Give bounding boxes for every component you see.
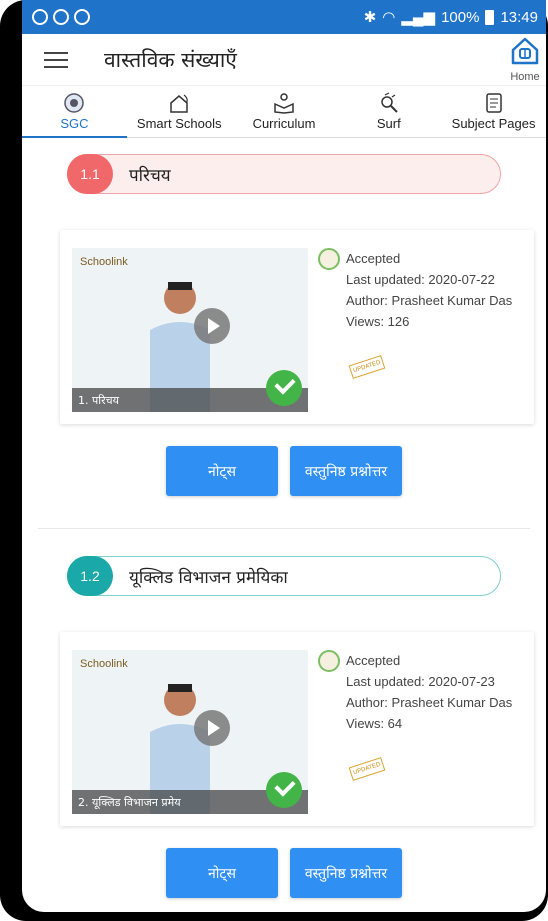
status-text: Accepted [346,251,401,266]
signal-icon: ▂▄▆ [401,9,436,26]
video-thumbnail[interactable]: Schoolink 1. परिचय [72,248,308,412]
section-header-1-2[interactable]: 1.2 यूक्लिड विभाजन प्रमेयिका [67,556,501,596]
tab-label: Subject Pages [451,116,536,131]
subject-pages-icon [485,93,502,113]
video-card-2: Schoolink 2. यूक्लिड विभाजन प्रमेय Accep… [60,632,534,826]
objective-qa-button[interactable]: वस्तुनिष्ठ प्रश्नोत्तर [290,848,402,898]
page-title: वास्तविक संख्याएँ [104,47,237,72]
status-icons-right: ✱ ◠ ▂▄▆ 100% 13:49 [363,8,538,27]
status-bar: ✱ ◠ ▂▄▆ 100% 13:49 [22,0,546,34]
section-divider [38,528,530,529]
home-label: Home [510,71,540,83]
video-meta: Accepted Last updated: 2020-07-22 Author… [346,248,512,332]
smart-school-icon [170,94,188,113]
section-header-1-1[interactable]: 1.1 परिचय [67,154,501,194]
bluetooth-icon: ✱ [363,9,377,26]
tab-surf[interactable]: Surf [336,86,441,137]
notification-icon [74,9,90,25]
sgc-logo-icon [64,93,85,113]
battery-percent: 100% [441,8,480,26]
notification-icon [53,9,69,25]
device-frame: ✱ ◠ ▂▄▆ 100% 13:49 वास्तविक संख्याएँ Hom… [0,0,548,921]
author: Author: Prasheet Kumar Das [346,695,513,710]
tab-curriculum[interactable]: Curriculum [232,86,337,137]
status-time: 13:49 [500,8,538,26]
objective-qa-button[interactable]: वस्तुनिष्ठ प्रश्नोत्तर [290,446,402,496]
wifi-icon: ◠ [382,9,396,26]
section-title: परिचय [129,165,171,186]
app-bar: वास्तविक संख्याएँ Home [22,34,546,86]
tab-bar: SGC Smart Schools Curriculum Surf Subjec… [22,86,546,138]
status-text: Accepted [346,653,401,668]
play-icon[interactable] [194,308,230,344]
check-icon [266,772,302,808]
notes-button[interactable]: नोट्स [166,446,278,496]
tab-subject-pages[interactable]: Subject Pages [441,86,546,137]
last-updated: Last updated: 2020-07-23 [346,674,495,689]
tab-label: Smart Schools [136,116,222,131]
video-thumbnail[interactable]: Schoolink 2. यूक्लिड विभाजन प्रमेय [72,650,308,814]
schoolink-logo: Schoolink [80,658,128,670]
play-icon[interactable] [194,710,230,746]
home-button[interactable]: Home [510,36,540,83]
tab-label: SGC [60,116,89,131]
notes-button[interactable]: नोट्स [166,848,278,898]
section-number: 1.2 [67,556,113,596]
video-meta: Accepted Last updated: 2020-07-23 Author… [346,650,512,734]
menu-icon[interactable] [44,47,68,73]
battery-icon [485,9,495,25]
tab-sgc[interactable]: SGC [22,86,127,138]
last-updated: Last updated: 2020-07-22 [346,272,495,287]
tab-smart-schools[interactable]: Smart Schools [127,86,232,137]
tab-label: Surf [376,116,401,131]
updated-stamp: UPDATED [348,757,386,781]
tab-label: Curriculum [252,116,316,131]
home-icon [511,37,539,65]
curriculum-icon [274,93,294,114]
check-icon [266,370,302,406]
section-title: यूक्लिड विभाजन प्रमेयिका [129,567,288,588]
section-number: 1.1 [67,154,113,194]
author: Author: Prasheet Kumar Das [346,293,513,308]
schoolink-logo: Schoolink [80,256,128,268]
whatsapp-icon [32,9,48,25]
app-screen: ✱ ◠ ▂▄▆ 100% 13:49 वास्तविक संख्याएँ Hom… [22,0,546,912]
views: Views: 64 [346,716,403,731]
reviewer-badge-icon [318,650,340,672]
updated-stamp: UPDATED [348,355,386,379]
surf-icon [381,92,398,113]
reviewer-badge-icon [318,248,340,270]
status-icons-left [32,9,90,25]
views: Views: 126 [346,314,410,329]
video-card-1: Schoolink 1. परिचय Accepted Last updated… [60,230,534,424]
